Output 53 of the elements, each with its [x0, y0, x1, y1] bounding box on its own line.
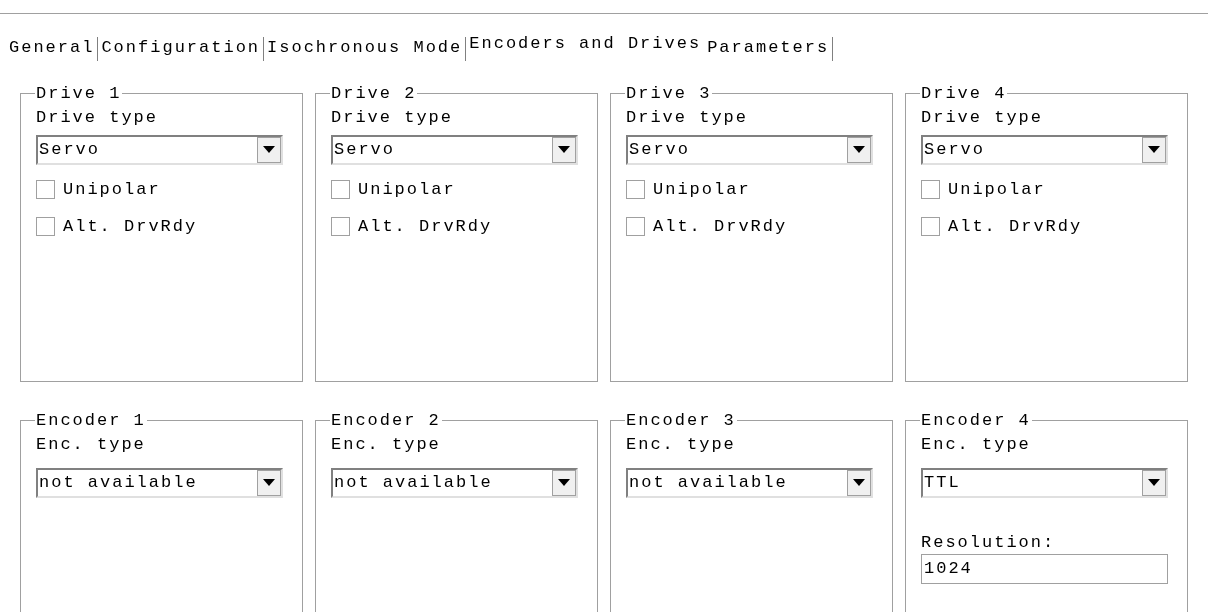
- checkbox-label: Unipolar: [653, 178, 751, 201]
- caret-icon: [853, 146, 865, 153]
- field-label: Enc. type: [921, 433, 1032, 456]
- caret-icon: [1148, 146, 1160, 153]
- checkbox[interactable]: [36, 217, 55, 237]
- group-title: Drive 3: [625, 83, 713, 105]
- caret-icon: [1148, 479, 1160, 486]
- dropdown[interactable]: not available: [331, 467, 578, 498]
- checkbox[interactable]: [36, 179, 55, 199]
- checkbox[interactable]: [921, 217, 940, 237]
- checkbox-label: Unipolar: [948, 178, 1046, 201]
- checkbox[interactable]: [626, 179, 645, 199]
- caret-icon: [558, 479, 570, 486]
- caret-icon: [853, 479, 865, 486]
- dropdown[interactable]: Servo: [36, 134, 283, 165]
- checkbox[interactable]: [331, 217, 350, 237]
- dropdown[interactable]: Servo: [331, 134, 578, 165]
- tab[interactable]: General: [6, 37, 99, 61]
- caret-icon: [558, 146, 570, 153]
- checkbox-label: Alt. DrvRdy: [653, 216, 788, 238]
- field-label: Enc. type: [36, 433, 147, 456]
- field-label: Drive type: [921, 106, 1045, 129]
- tab[interactable]: Parameters: [704, 37, 834, 61]
- checkbox[interactable]: [626, 217, 645, 237]
- group-title: Encoder 3: [625, 410, 737, 432]
- checkbox-label: Unipolar: [63, 178, 161, 201]
- checkbox-label: Alt. DrvRdy: [63, 216, 198, 238]
- field-label: Drive type: [626, 106, 750, 129]
- group-title: Drive 1: [35, 83, 123, 105]
- checkbox[interactable]: [331, 179, 350, 199]
- checkbox-label: Alt. DrvRdy: [358, 216, 493, 238]
- field-label: Enc. type: [331, 433, 442, 456]
- dropdown[interactable]: TTL: [921, 467, 1168, 498]
- checkbox[interactable]: [921, 179, 940, 199]
- dropdown[interactable]: Servo: [921, 134, 1168, 165]
- field-label: Drive type: [331, 106, 455, 129]
- group-title: Encoder 4: [920, 410, 1032, 432]
- field-label: Enc. type: [626, 433, 737, 456]
- dropdown[interactable]: not available: [626, 467, 873, 498]
- group-title: Drive 2: [330, 83, 418, 105]
- caret-icon: [263, 146, 275, 153]
- input-field[interactable]: 1024: [921, 553, 1168, 584]
- field-label: Drive type: [36, 106, 160, 129]
- tab[interactable]: Configuration: [98, 37, 265, 61]
- caret-icon: [263, 479, 275, 486]
- checkbox-label: Unipolar: [358, 178, 456, 201]
- group-title: Encoder 2: [330, 410, 442, 432]
- dropdown[interactable]: not available: [36, 467, 283, 498]
- checkbox-label: Alt. DrvRdy: [948, 216, 1083, 238]
- group-title: Encoder 1: [35, 410, 147, 432]
- dropdown[interactable]: Servo: [626, 134, 873, 165]
- field-label: Resolution:: [921, 531, 1057, 554]
- group-title: Drive 4: [920, 83, 1008, 105]
